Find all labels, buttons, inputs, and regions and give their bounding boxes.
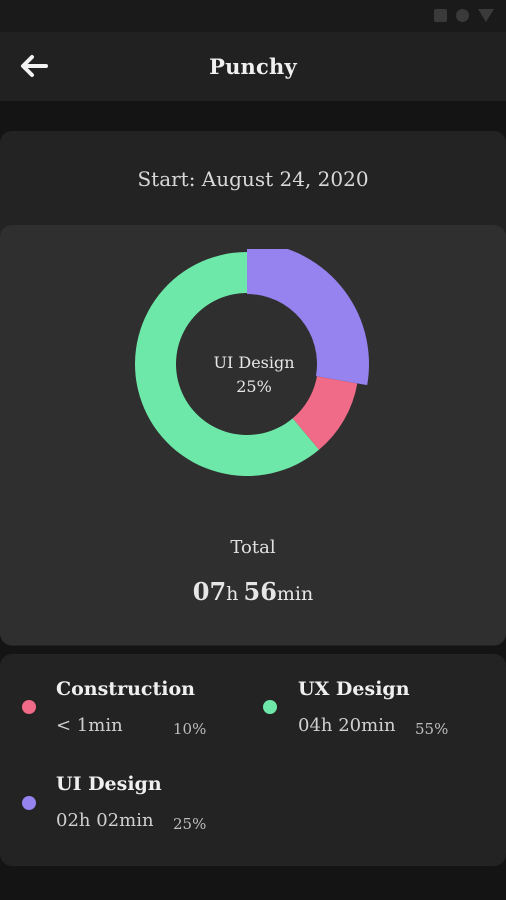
legend-name: UX Design — [298, 678, 410, 700]
ux-design-dot-icon — [263, 700, 277, 714]
legend-name: Construction — [56, 678, 195, 700]
legend-percent: 25% — [173, 815, 207, 833]
donut-center-label: UI Design 25% — [132, 249, 376, 499]
legend-item-ui-design[interactable]: UI Design 02h 02min 25% — [0, 754, 253, 849]
start-date: Start: August 24, 2020 — [137, 167, 369, 191]
legend-percent: 10% — [173, 720, 207, 738]
home-icon — [456, 9, 469, 22]
legend-time: < 1min — [56, 715, 123, 736]
total-value: 07h 56min — [0, 577, 506, 606]
legend-time: 04h 20min — [298, 715, 396, 736]
legend-item-construction[interactable]: Construction < 1min 10% — [0, 654, 253, 749]
back-nav-icon — [478, 9, 494, 22]
total-minutes: 56 — [243, 577, 277, 606]
recents-icon — [434, 9, 447, 22]
page-title: Punchy — [209, 54, 297, 79]
legend-name: UI Design — [56, 773, 162, 795]
legend-item-ux-design[interactable]: UX Design 04h 20min 55% — [253, 654, 506, 749]
construction-dot-icon — [22, 700, 36, 714]
app-bar: Punchy — [0, 32, 506, 101]
system-icons — [434, 9, 494, 22]
total-minutes-unit: min — [276, 583, 314, 605]
total-hours: 07 — [192, 577, 227, 606]
donut-center-percent: 25% — [236, 376, 272, 396]
legend-percent: 55% — [415, 720, 449, 738]
donut-center-name: UI Design — [213, 352, 295, 372]
chart-panel: UI Design 25% Total 07h 56min — [0, 225, 506, 645]
summary-card: Start: August 24, 2020 UI Design 25% Tot… — [0, 131, 506, 646]
legend-time: 02h 02min — [56, 810, 154, 831]
status-bar — [0, 0, 506, 32]
legend-card: Construction < 1min 10% UX Design 04h 20… — [0, 654, 506, 866]
total-label: Total — [230, 537, 276, 558]
total-hours-unit: h — [226, 583, 239, 605]
ui-design-dot-icon — [22, 796, 36, 810]
